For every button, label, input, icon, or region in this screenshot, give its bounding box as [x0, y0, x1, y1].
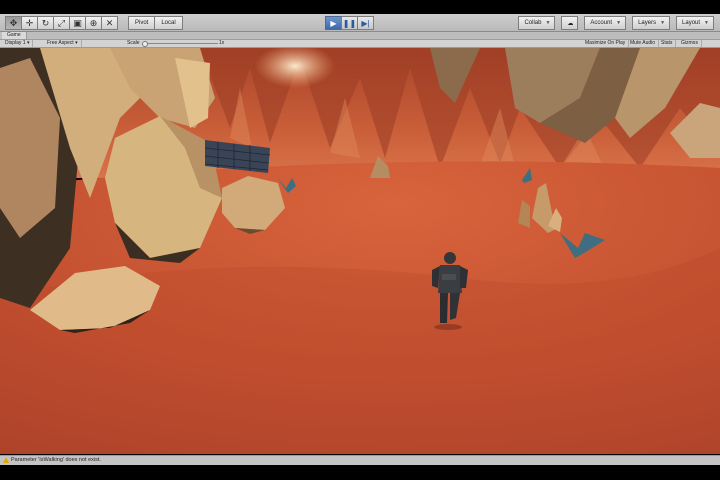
- scale-text: Scale: [127, 40, 140, 46]
- game-viewport[interactable]: [0, 48, 720, 454]
- play-button[interactable]: ▶: [325, 16, 342, 30]
- play-controls: ▶ ❚❚ ▶|: [325, 16, 374, 30]
- account-label: Account: [590, 20, 613, 26]
- chevron-down-icon: ▼: [704, 20, 709, 26]
- toolbar-right: Collab ▼ ☁ Account ▼ Layers ▼ Layout ▼: [518, 16, 714, 30]
- pause-button[interactable]: ❚❚: [341, 16, 358, 30]
- stats-label: Stats: [661, 40, 673, 46]
- aspect-label: Free Aspect: [47, 40, 74, 46]
- step-icon: ▶|: [361, 18, 370, 28]
- pause-icon: ❚❚: [342, 18, 357, 28]
- mute-label: Mute Audio: [630, 40, 656, 46]
- gizmos-label: Gizmos: [681, 40, 698, 46]
- gizmos-dropdown[interactable]: Gizmos: [678, 40, 702, 47]
- scale-slider-track[interactable]: [143, 43, 218, 44]
- scale-tool-icon[interactable]: ⤢: [53, 16, 70, 30]
- rotate-tool-icon[interactable]: ↻: [37, 16, 54, 30]
- stats-toggle[interactable]: Stats: [658, 40, 677, 47]
- local-button[interactable]: Local: [154, 16, 183, 30]
- scale-value: 1x: [216, 40, 227, 47]
- scale-value-text: 1x: [219, 40, 225, 46]
- pivot-label: Pivot: [135, 20, 149, 26]
- mute-audio-toggle[interactable]: Mute Audio: [627, 40, 660, 47]
- game-tab-label: Game: [7, 32, 21, 38]
- cloud-button[interactable]: ☁: [561, 16, 579, 30]
- status-message: Parameter 'IsWalking' does not exist.: [11, 457, 101, 463]
- hand-tool-icon[interactable]: ✥: [5, 16, 22, 30]
- play-icon: ▶: [330, 18, 337, 28]
- warning-icon: [3, 457, 9, 463]
- scale-label: Scale: [124, 40, 143, 47]
- chevron-down-icon: ▼: [616, 20, 622, 26]
- rect-tool-icon[interactable]: ▣: [69, 16, 86, 30]
- account-dropdown[interactable]: Account ▼: [584, 16, 627, 30]
- layers-dropdown[interactable]: Layers ▼: [632, 16, 671, 30]
- layout-dropdown[interactable]: Layout ▼: [676, 16, 714, 30]
- aspect-dropdown[interactable]: Free Aspect ▾: [44, 40, 82, 47]
- chevron-down-icon: ▼: [660, 20, 666, 26]
- layers-label: Layers: [638, 20, 657, 26]
- custom-tool-icon[interactable]: ✕: [101, 16, 118, 30]
- pivot-button[interactable]: Pivot: [128, 16, 156, 30]
- pivot-toggles: Pivot Local: [128, 16, 183, 30]
- collab-button[interactable]: Collab ▼: [518, 16, 556, 30]
- step-button[interactable]: ▶|: [357, 16, 374, 30]
- move-tool-icon[interactable]: ✛: [21, 16, 38, 30]
- transform-tool-icon[interactable]: ⊕: [85, 16, 102, 30]
- maximize-on-play-toggle[interactable]: Maximize On Play: [582, 40, 630, 47]
- scale-slider-handle[interactable]: [142, 41, 148, 47]
- display-dropdown[interactable]: Display 1 ▾: [2, 40, 34, 47]
- game-scene: [0, 48, 720, 454]
- tab-strip: Game: [0, 32, 720, 40]
- transform-tools: ✥ ✛ ↻ ⤢ ▣ ⊕ ✕: [5, 16, 118, 30]
- cloud-icon: ☁: [567, 20, 574, 27]
- collab-label: Collab: [524, 20, 542, 26]
- local-label: Local: [161, 20, 176, 26]
- chevron-down-icon: ▼: [545, 20, 551, 26]
- console-status-bar[interactable]: Parameter 'IsWalking' does not exist.: [0, 455, 720, 465]
- unity-toolbar: ✥ ✛ ↻ ⤢ ▣ ⊕ ✕ Pivot Local ▶ ❚❚ ▶| Collab…: [0, 14, 720, 32]
- tab-game[interactable]: Game: [2, 32, 27, 39]
- game-view-bar: Display 1 ▾ Free Aspect ▾ Scale 1x Maxim…: [0, 40, 720, 48]
- display-label: Display 1: [5, 40, 26, 46]
- layout-label: Layout: [682, 20, 701, 26]
- maximize-label: Maximize On Play: [585, 40, 626, 46]
